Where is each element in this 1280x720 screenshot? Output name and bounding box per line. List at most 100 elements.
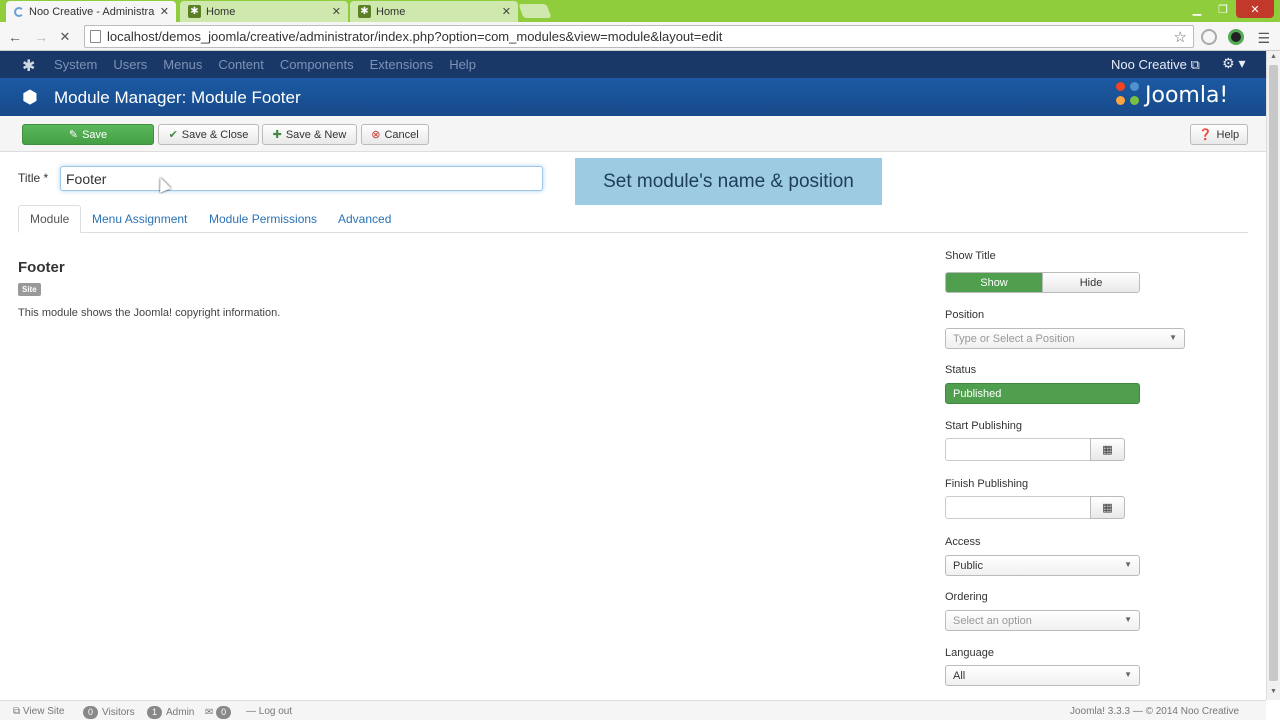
menu-system[interactable]: System <box>54 57 97 72</box>
dropdown-arrow-icon: ▼ <box>1124 560 1132 569</box>
browser-tab-home-1[interactable]: ✱ Home ✕ <box>180 1 348 22</box>
title-label: Title * <box>18 171 49 185</box>
check-icon: ✔ <box>168 129 178 141</box>
cancel-icon: ⊗ <box>371 129 381 141</box>
page-header: ⬢ Module Manager: Module Footer Joomla! <box>0 78 1266 116</box>
chrome-menu-icon[interactable]: ☰ <box>1257 30 1270 47</box>
dropdown-arrow-icon: ▼ <box>1169 333 1177 342</box>
joomla-favicon-icon: ✱ <box>188 5 201 18</box>
stop-icon[interactable]: ✕ <box>56 28 74 46</box>
show-title-toggle: Show Hide <box>945 272 1140 293</box>
calendar-icon[interactable]: ▦ <box>1090 438 1125 461</box>
save-close-button[interactable]: ✔ Save & Close <box>158 124 259 145</box>
menu-menus[interactable]: Menus <box>163 57 202 72</box>
external-link-icon: ⧉ <box>13 706 21 717</box>
browser-tab-home-2[interactable]: ✱ Home ✕ <box>350 1 518 22</box>
close-icon[interactable]: ✕ <box>160 5 169 18</box>
site-badge: Site <box>18 283 41 296</box>
page-icon <box>90 30 101 43</box>
help-button[interactable]: ❓ Help <box>1190 124 1248 145</box>
url-text: localhost/demos_joomla/creative/administ… <box>107 29 723 44</box>
calendar-icon[interactable]: ▦ <box>1090 496 1125 519</box>
module-name: Footer <box>18 259 65 276</box>
browser-tab-strip: Noo Creative - Administra ✕ ✱ Home ✕ ✱ H… <box>0 0 1280 22</box>
bookmark-star-icon[interactable]: ☆ <box>1174 28 1187 46</box>
joomla-wordmark: Joomla! <box>1145 82 1229 108</box>
finish-publishing-input[interactable] <box>945 496 1091 519</box>
joomla-logo-icon[interactable]: ✱ <box>22 56 35 76</box>
minimize-icon[interactable]: ▁ <box>1184 0 1210 18</box>
scroll-down-icon[interactable]: ▼ <box>1270 688 1277 695</box>
admin-menu: System Users Menus Content Components Ex… <box>54 57 492 72</box>
browser-tab-label: Home <box>206 5 236 18</box>
title-input[interactable] <box>60 166 543 191</box>
tab-menu-assignment[interactable]: Menu Assignment <box>81 205 198 233</box>
tab-module[interactable]: Module <box>18 205 82 233</box>
action-toolbar: ✎ Save ✔ Save & Close ✚ Save & New ⊗ Cancel … <box>0 116 1266 152</box>
page-title: Module Manager: Module Footer <box>54 88 301 107</box>
window-controls: ▁ ❐ ✕ <box>1184 0 1274 18</box>
ordering-select[interactable]: Select an option ▼ <box>945 610 1140 631</box>
new-tab-button[interactable] <box>518 4 552 18</box>
gear-icon[interactable]: ⚙ ▾ <box>1222 55 1245 72</box>
version-text: Joomla! 3.3.3 — © 2014 Noo Creative <box>1070 706 1240 717</box>
messages-count: ✉ 0 <box>205 706 235 719</box>
cancel-button[interactable]: ⊗ Cancel <box>361 124 429 145</box>
language-label: Language <box>945 647 994 659</box>
close-icon[interactable]: ✕ <box>332 5 341 18</box>
menu-content[interactable]: Content <box>218 57 264 72</box>
view-site-link[interactable]: ⧉ View Site <box>13 706 64 717</box>
tab-advanced[interactable]: Advanced <box>327 205 402 233</box>
admin-badge: 1 <box>147 706 163 719</box>
joomla-mark-icon <box>1116 82 1142 108</box>
joomla-brand-logo: Joomla! <box>1116 82 1228 108</box>
language-select[interactable]: All ▼ <box>945 665 1140 686</box>
close-icon[interactable]: ✕ <box>502 5 511 18</box>
menu-help[interactable]: Help <box>449 57 476 72</box>
menu-components[interactable]: Components <box>280 57 354 72</box>
status-value: Published <box>953 387 1002 400</box>
site-link[interactable]: Noo Creative ⧉ <box>1111 57 1200 73</box>
menu-users[interactable]: Users <box>113 57 147 72</box>
browser-tab-label: Home <box>376 5 406 18</box>
address-bar[interactable]: localhost/demos_joomla/creative/administ… <box>84 25 1194 48</box>
module-description: This module shows the Joomla! copyright … <box>18 307 281 319</box>
extension-icon[interactable] <box>1228 29 1244 45</box>
visitors-badge: 0 <box>83 706 99 719</box>
save-new-button[interactable]: ✚ Save & New <box>262 124 357 145</box>
joomla-favicon-icon: ✱ <box>358 5 371 18</box>
page-scrollbar[interactable]: ▲ ▼ <box>1266 51 1280 700</box>
position-select[interactable]: Type or Select a Position ▼ <box>945 328 1185 349</box>
logout-link[interactable]: — Log out <box>246 706 292 717</box>
loading-spinner-icon <box>14 6 24 17</box>
status-select[interactable]: Published <box>945 383 1140 404</box>
admin-count: 1 Admin <box>147 706 194 719</box>
visitors-count: 0 Visitors <box>83 706 135 719</box>
position-placeholder: Type or Select a Position <box>953 332 1075 345</box>
extension-icon[interactable] <box>1201 29 1217 45</box>
tab-module-permissions[interactable]: Module Permissions <box>198 205 328 233</box>
access-label: Access <box>945 536 981 548</box>
finish-publishing-label: Finish Publishing <box>945 478 1029 490</box>
restore-icon[interactable]: ❐ <box>1210 0 1236 18</box>
forward-arrow-icon[interactable]: → <box>32 28 50 46</box>
tutorial-callout: Set module's name & position <box>575 158 882 205</box>
show-option[interactable]: Show <box>946 273 1042 292</box>
save-button[interactable]: ✎ Save <box>22 124 154 145</box>
close-window-icon[interactable]: ✕ <box>1236 0 1274 18</box>
status-label: Status <box>945 364 977 376</box>
browser-tab-admin[interactable]: Noo Creative - Administra ✕ <box>6 1 176 22</box>
start-publishing-input[interactable] <box>945 438 1091 461</box>
scroll-up-icon[interactable]: ▲ <box>1270 53 1277 60</box>
cube-icon: ⬢ <box>22 87 38 107</box>
minus-icon: — <box>246 706 256 717</box>
messages-badge: 0 <box>216 706 232 719</box>
hide-option[interactable]: Hide <box>1042 273 1139 292</box>
scrollbar-thumb[interactable] <box>1269 65 1278 681</box>
access-select[interactable]: Public ▼ <box>945 555 1140 576</box>
menu-extensions[interactable]: Extensions <box>370 57 434 72</box>
plus-icon: ✚ <box>272 129 282 141</box>
position-label: Position <box>945 309 985 321</box>
show-title-label: Show Title <box>945 250 996 262</box>
back-arrow-icon[interactable]: ← <box>6 28 24 46</box>
